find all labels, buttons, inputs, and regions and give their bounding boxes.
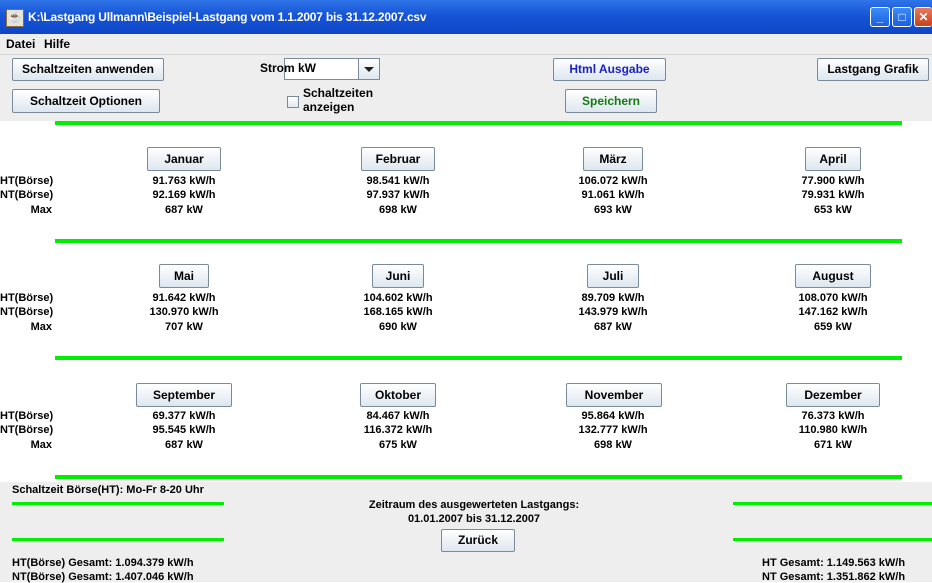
menu-bar: Datei Hilfe: [0, 34, 932, 55]
separator-line: [12, 502, 224, 505]
month-nt-value: 91.061 kW/h: [581, 189, 645, 201]
menu-datei[interactable]: Datei: [6, 37, 35, 51]
month-ht-value: 76.373 kW/h: [801, 410, 865, 422]
row-label-ht: HT(Börse): [0, 175, 54, 187]
row-label-nt: NT(Börse): [0, 306, 54, 318]
schaltzeit-options-button[interactable]: Schaltzeit Optionen: [12, 89, 160, 113]
save-button[interactable]: Speichern: [565, 89, 657, 113]
separator-line: [55, 475, 902, 479]
schaltzeit-info: Schaltzeit Börse(HT): Mo-Fr 8-20 Uhr: [12, 484, 204, 496]
month-nt-value: 168.165 kW/h: [363, 306, 433, 318]
month-max-value: 693 kW: [594, 204, 632, 216]
month-button-april[interactable]: April: [805, 147, 861, 171]
lastgang-graph-button[interactable]: Lastgang Grafik: [817, 58, 929, 81]
month-nt-value: 95.545 kW/h: [152, 424, 216, 436]
java-icon: ☕: [6, 9, 24, 27]
month-ht-value: 77.900 kW/h: [801, 175, 865, 187]
month-max-value: 659 kW: [814, 321, 852, 333]
month-ht-value: 91.763 kW/h: [152, 175, 216, 187]
month-ht-value: 89.709 kW/h: [581, 292, 645, 304]
month-max-value: 687 kW: [594, 321, 632, 333]
month-button-oktober[interactable]: Oktober: [360, 383, 436, 407]
month-ht-value: 84.467 kW/h: [366, 410, 430, 422]
month-max-value: 671 kW: [814, 439, 852, 451]
month-nt-value: 132.777 kW/h: [578, 424, 648, 436]
month-ht-value: 104.602 kW/h: [363, 292, 433, 304]
title-bar: ☕ K:\Lastgang Ullmann\Beispiel-Lastgang …: [0, 0, 932, 34]
month-nt-value: 110.980 kW/h: [798, 424, 868, 436]
zeitraum-value: 01.01.2007 bis 31.12.2007: [407, 513, 541, 525]
month-button-juli[interactable]: Juli: [587, 264, 639, 288]
month-ht-value: 106.072 kW/h: [578, 175, 648, 187]
show-schaltzeiten-label: Schaltzeiten anzeigen: [303, 86, 374, 114]
row-label-nt: NT(Börse): [0, 189, 54, 201]
month-button-dezember[interactable]: Dezember: [786, 383, 880, 407]
month-nt-value: 116.372 kW/h: [363, 424, 433, 436]
month-max-value: 698 kW: [379, 204, 417, 216]
month-button-juni[interactable]: Juni: [372, 264, 424, 288]
month-nt-value: 92.169 kW/h: [152, 189, 216, 201]
close-button[interactable]: ✕: [914, 7, 932, 27]
unit-select[interactable]: Strom kW: [260, 58, 380, 80]
separator-line: [733, 538, 932, 541]
row-label-max: Max: [30, 204, 52, 216]
month-ht-value: 108.070 kW/h: [798, 292, 868, 304]
row-label-max: Max: [30, 439, 52, 451]
month-button-januar[interactable]: Januar: [147, 147, 221, 171]
row-label-max: Max: [30, 321, 52, 333]
month-button-november[interactable]: November: [566, 383, 662, 407]
separator-line: [55, 356, 902, 360]
row-label-ht: HT(Börse): [0, 292, 54, 304]
month-ht-value: 95.864 kW/h: [581, 410, 645, 422]
month-nt-value: 130.970 kW/h: [149, 306, 219, 318]
back-button[interactable]: Zurück: [441, 529, 515, 552]
summary-panel: Schaltzeit Börse(HT): Mo-Fr 8-20 Uhr Zei…: [0, 482, 932, 583]
month-max-value: 675 kW: [379, 439, 417, 451]
window-title: K:\Lastgang Ullmann\Beispiel-Lastgang vo…: [28, 10, 427, 24]
month-nt-value: 143.979 kW/h: [578, 306, 648, 318]
month-max-value: 707 kW: [165, 321, 203, 333]
minimize-button[interactable]: _: [870, 7, 890, 27]
month-nt-value: 97.937 kW/h: [366, 189, 430, 201]
separator-line: [55, 121, 902, 125]
month-max-value: 687 kW: [165, 204, 203, 216]
unit-select-value: Strom kW: [259, 61, 316, 75]
nt-boerse-total: NT(Börse) Gesamt: 1.407.046 kW/h: [12, 571, 194, 583]
month-button-maerz[interactable]: März: [583, 147, 643, 171]
separator-line: [733, 502, 932, 505]
month-ht-value: 91.642 kW/h: [152, 292, 216, 304]
row-label-ht: HT(Börse): [0, 410, 54, 422]
month-max-value: 687 kW: [165, 439, 203, 451]
month-button-mai[interactable]: Mai: [159, 264, 209, 288]
apply-schaltzeiten-button[interactable]: Schaltzeiten anwenden: [12, 58, 164, 81]
menu-hilfe[interactable]: Hilfe: [44, 37, 70, 51]
nt-total: NT Gesamt: 1.351.862 kW/h: [762, 571, 906, 583]
month-nt-value: 147.162 kW/h: [798, 306, 868, 318]
separator-line: [55, 239, 902, 243]
separator-line: [12, 538, 224, 541]
month-max-value: 690 kW: [379, 321, 417, 333]
month-button-august[interactable]: August: [795, 264, 871, 288]
ht-total: HT Gesamt: 1.149.563 kW/h: [762, 557, 906, 569]
month-ht-value: 69.377 kW/h: [152, 410, 216, 422]
zeitraum-label: Zeitraum des ausgewerteten Lastgangs:: [368, 499, 580, 511]
month-max-value: 653 kW: [814, 204, 852, 216]
html-output-button[interactable]: Html Ausgabe: [553, 58, 666, 81]
month-nt-value: 79.931 kW/h: [801, 189, 865, 201]
ht-boerse-total: HT(Börse) Gesamt: 1.094.379 kW/h: [12, 557, 194, 569]
show-schaltzeiten-checkbox[interactable]: [287, 96, 299, 108]
maximize-button[interactable]: □: [892, 7, 912, 27]
chevron-down-icon[interactable]: [358, 59, 379, 79]
month-button-februar[interactable]: Februar: [361, 147, 435, 171]
month-button-september[interactable]: September: [136, 383, 232, 407]
month-max-value: 698 kW: [594, 439, 632, 451]
toolbar: Schaltzeiten anwenden Schaltzeit Optione…: [0, 55, 932, 121]
row-label-nt: NT(Börse): [0, 424, 54, 436]
month-ht-value: 98.541 kW/h: [366, 175, 430, 187]
